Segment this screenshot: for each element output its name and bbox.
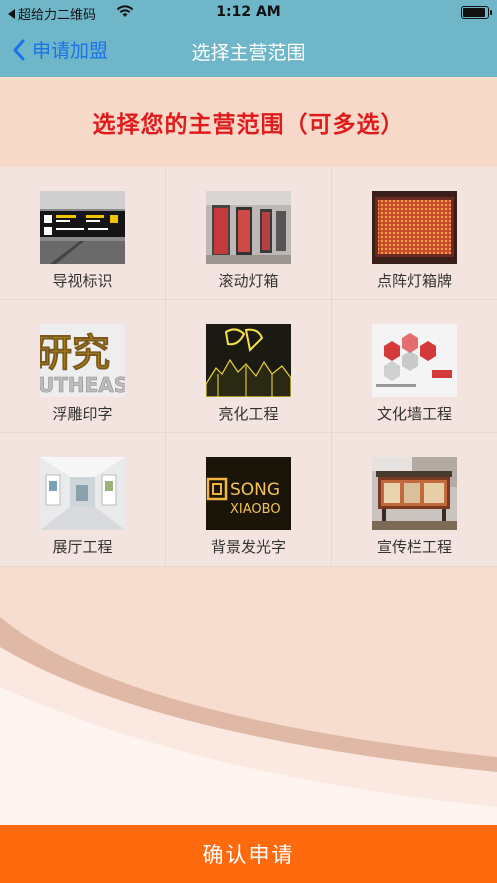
category-label: 导视标识	[52, 272, 113, 290]
bulletin-board-thumbnail	[372, 457, 457, 530]
relief-letters-text: 研究	[40, 331, 110, 375]
status-time: 1:12 AM	[216, 4, 281, 20]
category-item-culture-wall[interactable]: 文化墙工程	[332, 300, 497, 433]
category-label: 点阵灯箱牌	[376, 272, 452, 290]
relief-letters-thumbnail: 研究 UTHEAST	[40, 324, 125, 397]
battery-icon	[461, 6, 492, 19]
top-bar: 超给力二维码 1:12 AM 申请加盟 选择主营范围	[0, 0, 497, 77]
status-bar: 超给力二维码 1:12 AM	[0, 0, 497, 24]
banner-headline: 选择您的主营范围（可多选）	[92, 112, 405, 138]
category-label: 滚动灯箱	[218, 272, 279, 290]
category-item-dot-matrix[interactable]: 点阵灯箱牌	[332, 167, 497, 300]
page-title: 选择主营范围	[191, 42, 306, 64]
decorative-background	[0, 567, 497, 825]
backlit-letters-thumbnail: SONG XIAOBO	[206, 457, 291, 530]
dot-matrix-thumbnail	[372, 191, 457, 264]
category-label: 宣传栏工程	[376, 538, 452, 556]
category-label: 背景发光字	[210, 538, 286, 556]
instruction-banner: 选择您的主营范围（可多选）	[0, 77, 497, 167]
category-item-bulletin-board[interactable]: 宣传栏工程	[332, 433, 497, 567]
confirm-apply-button[interactable]: 确认申请	[0, 825, 497, 883]
category-item-scrolling-lightbox[interactable]: 滚动灯箱	[166, 167, 332, 300]
category-label: 展厅工程	[52, 538, 113, 556]
category-label: 亮化工程	[218, 405, 279, 423]
category-label: 文化墙工程	[376, 405, 452, 423]
signage-thumbnail	[40, 191, 125, 264]
backlit-letters-text: SONG	[230, 480, 280, 500]
category-item-relief-letters[interactable]: 研究 UTHEAST 浮雕印字	[0, 300, 166, 433]
category-item-backlit-letters[interactable]: SONG XIAOBO 背景发光字	[166, 433, 332, 567]
category-grid: 导视标识 滚动灯箱 点阵灯箱牌 研究 UTHEAS 浮雕印字 亮化工程 文化墙工…	[0, 167, 497, 567]
culture-wall-thumbnail	[372, 324, 457, 397]
relief-letters-subtext: UTHEAST	[40, 373, 125, 397]
category-label: 浮雕印字	[52, 405, 113, 423]
nav-bar: 申请加盟 选择主营范围	[0, 30, 497, 74]
exhibition-hall-thumbnail	[40, 457, 125, 530]
category-item-signage[interactable]: 导视标识	[0, 167, 166, 300]
category-item-lighting-project[interactable]: 亮化工程	[166, 300, 332, 433]
lighting-project-thumbnail	[206, 324, 291, 397]
backlit-letters-subtext: XIAOBO	[230, 502, 281, 517]
scrolling-lightbox-thumbnail	[206, 191, 291, 264]
category-item-exhibition-hall[interactable]: 展厅工程	[0, 433, 166, 567]
